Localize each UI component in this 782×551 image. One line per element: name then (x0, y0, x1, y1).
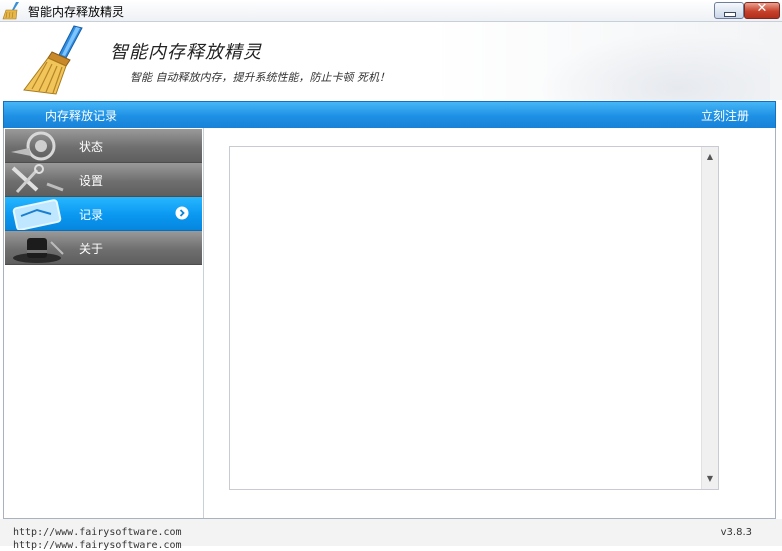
minimize-icon (724, 12, 736, 17)
sidebar-item-label: 状态 (79, 140, 104, 154)
version-label: v3.8.3 (720, 527, 752, 538)
sidebar-item-status[interactable]: 状态 (5, 129, 202, 163)
vertical-scrollbar[interactable]: ▲ ▼ (701, 147, 718, 489)
minimize-button[interactable] (714, 2, 744, 19)
about-icon (13, 238, 64, 263)
scroll-down-arrow-icon[interactable]: ▼ (702, 471, 718, 487)
sidebar-item-label: 记录 (79, 208, 104, 222)
sidebar-item-about[interactable]: 关于 (5, 231, 202, 265)
sidebar-item-label: 设置 (79, 174, 104, 188)
window-titlebar[interactable]: 智能内存释放精灵 ✕ (0, 0, 782, 22)
app-slogan: 智能 自动释放内存，提升系统性能，防止卡顿 死机！ (130, 71, 390, 84)
chevron-right-icon (175, 206, 189, 220)
sidebar: 状态 设置 记录 关于 (4, 128, 204, 518)
sidebar-item-record[interactable]: 记录 (5, 197, 202, 231)
tools-icon (11, 164, 64, 194)
status-footer: http://www.fairysoftware.com http://www.… (0, 519, 782, 551)
broom-icon (23, 25, 83, 95)
website-link[interactable]: http://www.fairysoftware.com (13, 527, 182, 538)
app-header: 智能内存释放精灵 智能 自动释放内存，提升系统性能，防止卡顿 死机！ (0, 22, 782, 102)
record-icon (12, 199, 62, 230)
section-bar: 内存释放记录 立刻注册 (3, 101, 776, 129)
record-list[interactable]: ▲ ▼ (229, 146, 719, 490)
app-title: 智能内存释放精灵 (110, 42, 262, 63)
window-title: 智能内存释放精灵 (28, 5, 125, 19)
sidebar-item-label: 关于 (79, 242, 104, 256)
broom-app-icon (2, 2, 19, 20)
status-icon (11, 131, 56, 161)
main-panel: 状态 设置 记录 关于 ▲ ▼ (3, 128, 776, 519)
register-link[interactable]: 立刻注册 (701, 107, 749, 124)
section-title: 内存释放记录 (45, 109, 118, 123)
sidebar-item-settings[interactable]: 设置 (5, 163, 202, 197)
header-glow (540, 32, 770, 102)
close-icon: ✕ (756, 1, 768, 16)
close-button[interactable]: ✕ (744, 1, 780, 19)
scroll-up-arrow-icon[interactable]: ▲ (702, 149, 718, 165)
